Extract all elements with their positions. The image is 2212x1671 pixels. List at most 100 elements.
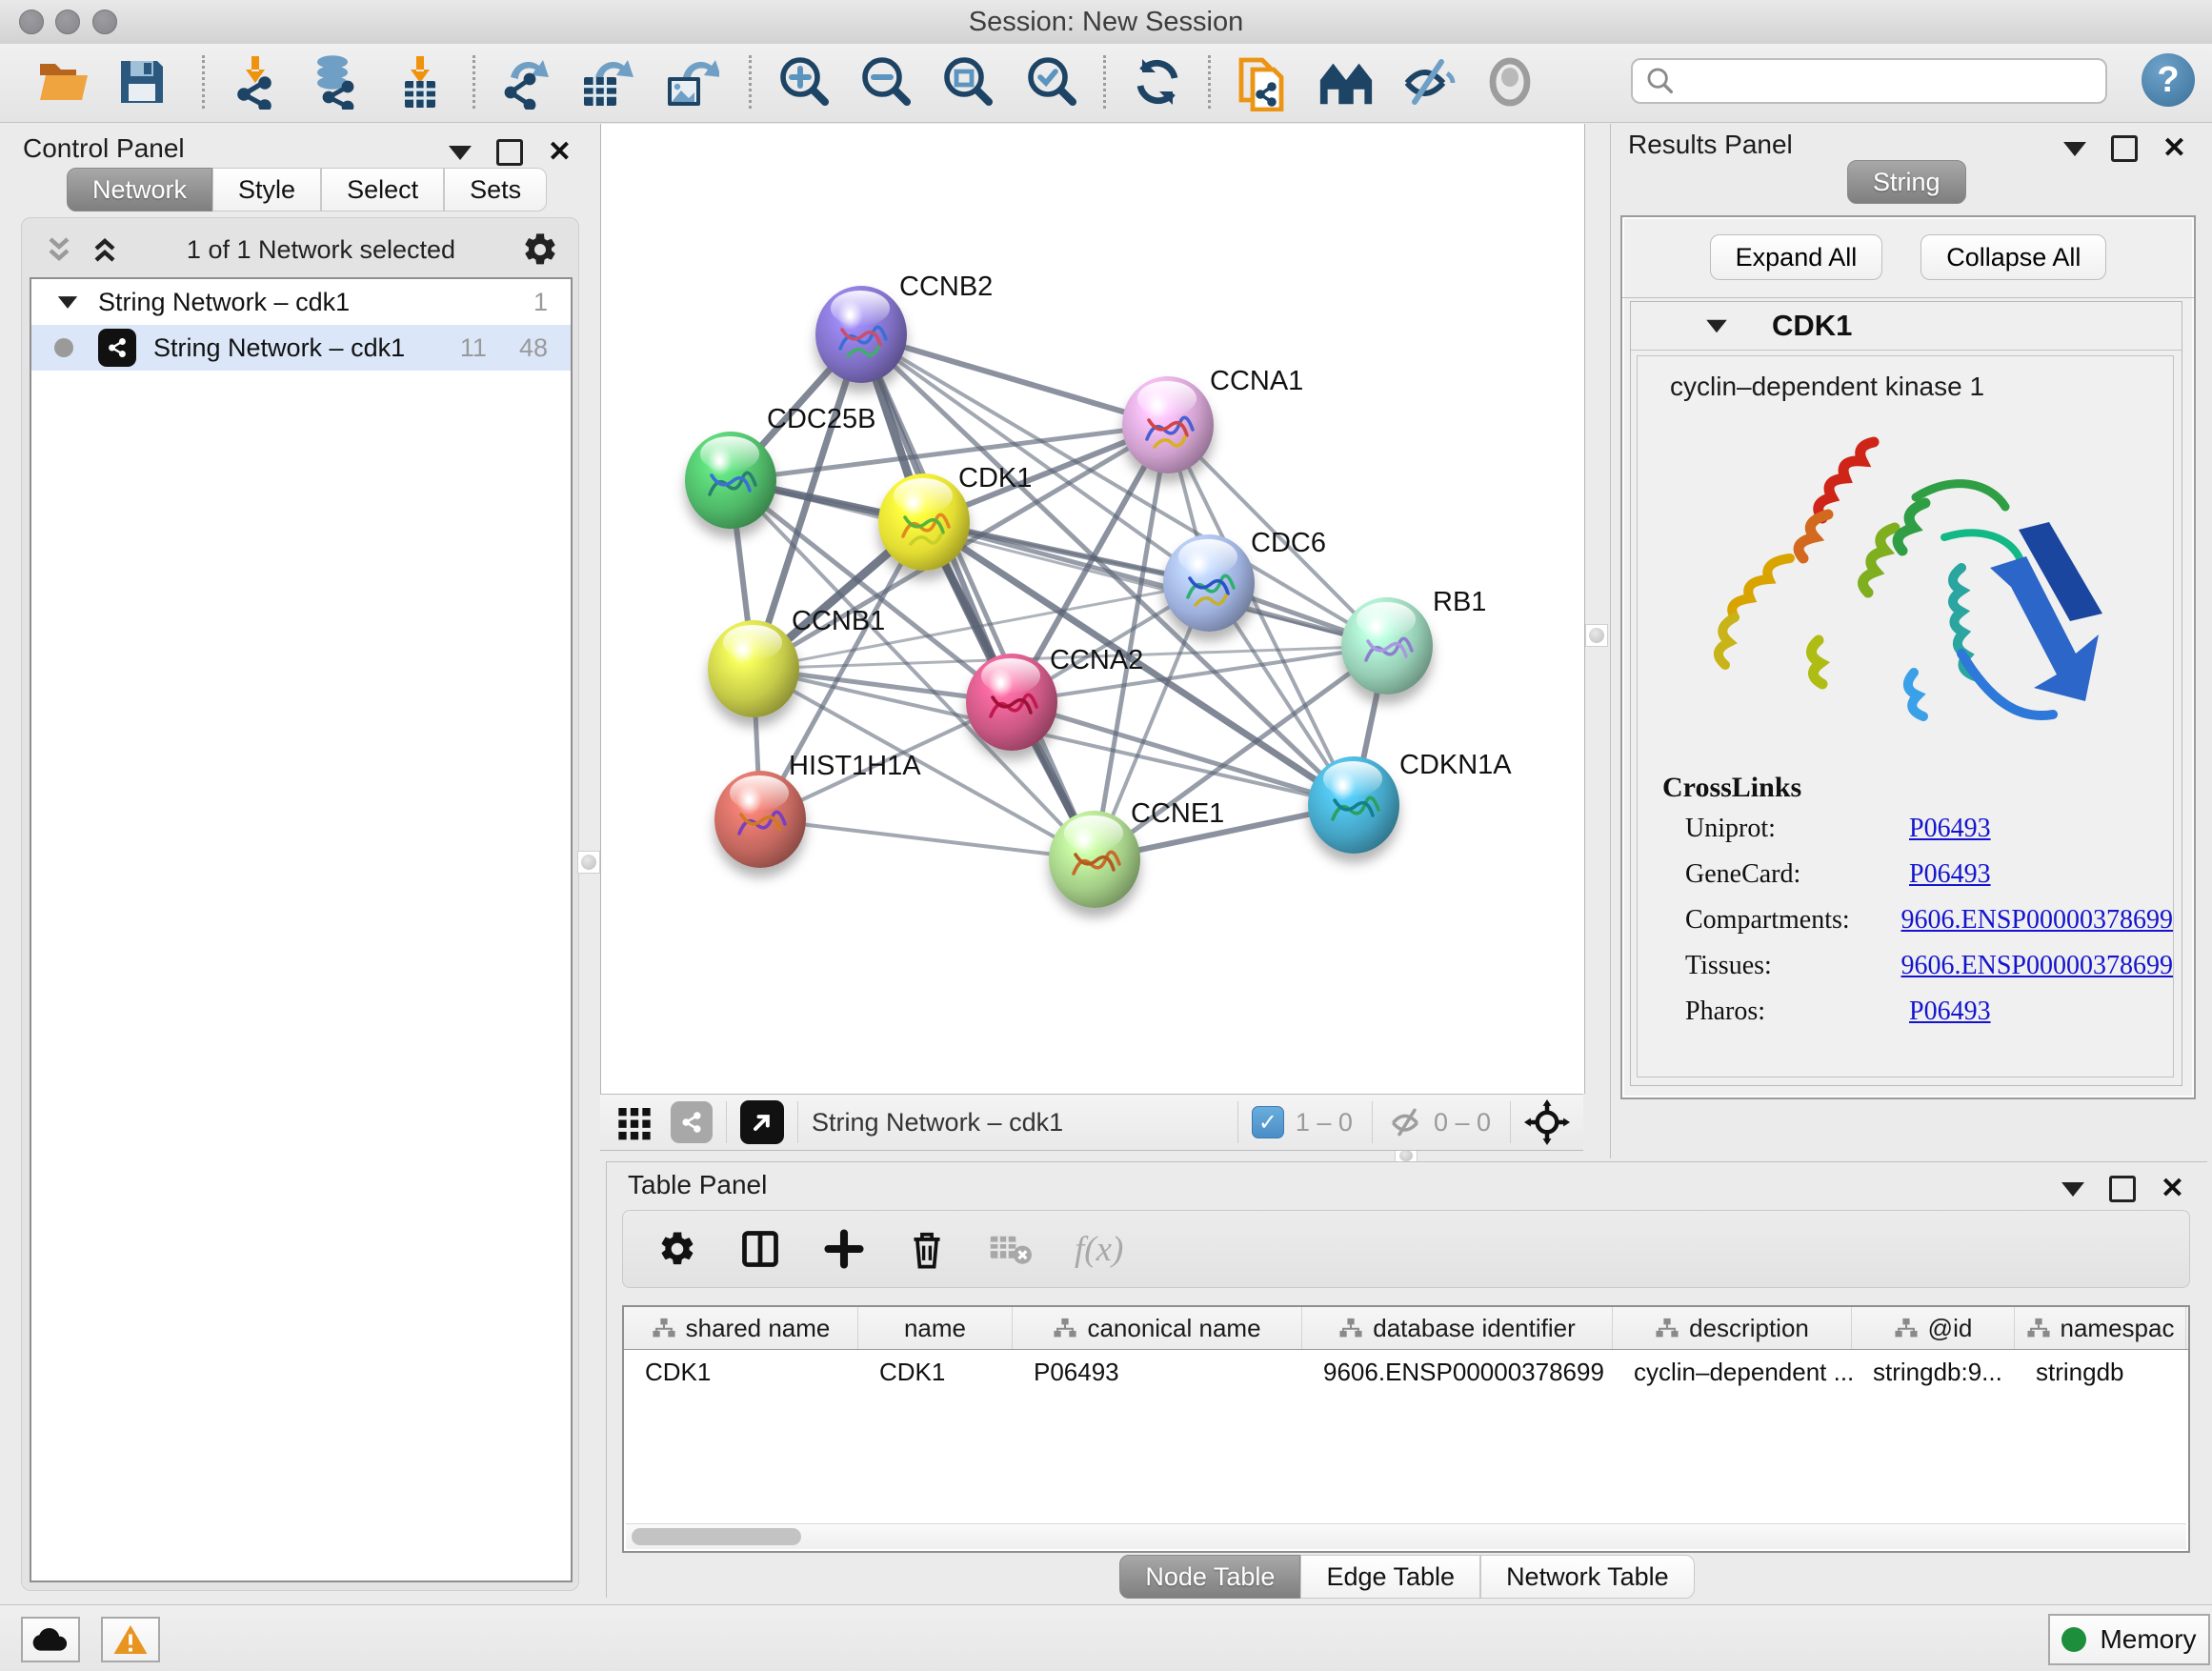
open-folder-icon[interactable] [34,51,93,112]
column-header-description[interactable]: description [1613,1307,1852,1349]
table-gear-icon[interactable] [657,1229,697,1269]
network-share-icon[interactable] [671,1101,713,1143]
zoom-selected-icon[interactable] [1021,51,1080,112]
cloud-status-button[interactable] [21,1617,80,1662]
tab-network-table[interactable]: Network Table [1480,1555,1695,1599]
cell-namespac[interactable]: stringdb [2015,1358,2186,1387]
close-panel-icon[interactable]: ✕ [2162,138,2186,159]
save-icon[interactable] [112,51,171,112]
tab-sets[interactable]: Sets [444,168,547,211]
warnings-button[interactable] [101,1617,160,1662]
first-neighbors-icon[interactable] [1317,51,1376,112]
column-header-name[interactable]: name [858,1307,1013,1349]
tab-edge-table[interactable]: Edge Table [1300,1555,1480,1599]
left-splitter-handle[interactable] [577,851,600,874]
tab-network[interactable]: Network [67,168,212,211]
cell-shared-name[interactable]: CDK1 [624,1358,858,1387]
collapse-all-icon[interactable] [43,235,75,264]
right-splitter-handle[interactable] [1585,624,1608,647]
function-builder-icon[interactable]: f(x) [1075,1229,1123,1270]
tab-style[interactable]: Style [212,168,321,211]
clone-network-icon[interactable] [1233,51,1292,112]
scrollbar-thumb[interactable] [632,1528,801,1545]
tab-string[interactable]: String [1847,160,1966,204]
selected-checkbox-icon[interactable]: ✓ [1252,1106,1284,1138]
column-header-namespac[interactable]: namespac [2015,1307,2186,1349]
show-columns-icon[interactable] [739,1228,781,1270]
column-header-canonical-name[interactable]: canonical name [1013,1307,1302,1349]
crosslink-link[interactable]: P06493 [1909,997,1991,1027]
node-cdkn1a[interactable] [1308,756,1399,854]
delete-table-icon[interactable] [989,1231,1033,1267]
crosslink-label: Tissues: [1685,951,1901,981]
export-table-icon[interactable] [577,51,636,112]
network-collection-row[interactable]: String Network – cdk1 1 [31,279,571,325]
node-ccna1[interactable] [1122,376,1214,473]
cell-name[interactable]: CDK1 [858,1358,1013,1387]
panel-menu-icon[interactable] [2063,142,2086,156]
float-panel-icon[interactable] [2111,135,2138,162]
cell-canonical-name[interactable]: P06493 [1013,1358,1302,1387]
node-ccnb2[interactable] [815,286,907,383]
edge-ccne1-hist1h1a[interactable] [760,819,1095,859]
node-cdc25b[interactable] [685,432,776,529]
column-header-shared-name[interactable]: shared name [624,1307,858,1349]
collection-expand-icon[interactable] [58,296,77,309]
add-column-icon[interactable] [823,1228,865,1270]
zoom-fit-icon[interactable] [937,51,996,112]
zoom-out-icon[interactable] [855,51,915,112]
birdseye-view-icon[interactable] [740,1100,784,1144]
expand-all-icon[interactable] [89,235,121,264]
expand-all-button[interactable]: Expand All [1710,234,1883,280]
search-icon [1644,65,1677,97]
panel-menu-icon[interactable] [2061,1182,2084,1197]
cell-database-identifier[interactable]: 9606.ENSP00000378699 [1302,1358,1613,1387]
gene-collapse-icon[interactable] [1706,319,1727,332]
grid-view-icon[interactable] [615,1103,654,1141]
network-canvas[interactable]: CCNB2CCNA1CDC25BCDK1CDC6RB1CCNB1CCNA2CDK… [600,124,1585,1094]
column-header-database-identifier[interactable]: database identifier [1302,1307,1613,1349]
node-ccna2[interactable] [966,654,1057,751]
export-image-icon[interactable] [661,51,720,112]
panel-menu-icon[interactable] [449,146,472,160]
float-panel-icon[interactable] [496,139,523,166]
import-table-icon[interactable] [392,51,452,112]
gear-icon[interactable] [521,231,559,269]
tab-select[interactable]: Select [321,168,444,211]
zoom-in-icon[interactable] [774,51,833,112]
refresh-icon[interactable] [1128,51,1187,112]
node-label-hist1h1a: HIST1H1A [789,751,921,782]
crosslink-link[interactable]: P06493 [1909,814,1991,844]
float-panel-icon[interactable] [2109,1176,2136,1202]
close-panel-icon[interactable]: ✕ [2161,1178,2184,1199]
node-cdc6[interactable] [1163,534,1255,632]
node-rb1[interactable] [1341,597,1433,695]
close-panel-icon[interactable]: ✕ [548,142,572,163]
crosslink-link[interactable]: 9606.ENSP00000378699 [1901,951,2173,981]
cell-description[interactable]: cyclin–dependent ... [1613,1358,1852,1387]
export-network-icon[interactable] [497,51,556,112]
tab-node-table[interactable]: Node Table [1119,1555,1300,1599]
node-ccnb1[interactable] [708,620,799,717]
help-button[interactable]: ? [2142,53,2195,107]
crosshair-icon[interactable] [1524,1099,1570,1145]
collapse-all-button[interactable]: Collapse All [1920,234,2106,280]
horizontal-scrollbar[interactable] [626,1523,2186,1549]
import-network-database-icon[interactable] [307,51,366,112]
node-ccne1[interactable] [1049,811,1140,908]
crosslink-link[interactable]: P06493 [1909,859,1991,890]
column-header--id[interactable]: @id [1852,1307,2015,1349]
node-hist1h1a[interactable] [714,771,806,868]
delete-column-icon[interactable] [907,1228,947,1270]
show-all-icon[interactable] [1480,51,1539,112]
node-cdk1[interactable] [878,473,970,571]
cell--id[interactable]: stringdb:9... [1852,1358,2015,1387]
crosslink-link[interactable]: 9606.ENSP00000378699 [1901,905,2173,936]
search-input[interactable] [1677,66,2081,97]
table-row[interactable]: CDK1CDK1P064939606.ENSP00000378699cyclin… [624,1350,2188,1394]
network-row[interactable]: String Network – cdk1 11 48 [31,325,571,371]
import-network-icon[interactable] [227,51,286,112]
main-toolbar: ? [0,44,2212,123]
memory-button[interactable]: Memory [2048,1614,2210,1665]
hide-selected-icon[interactable] [1398,51,1458,112]
